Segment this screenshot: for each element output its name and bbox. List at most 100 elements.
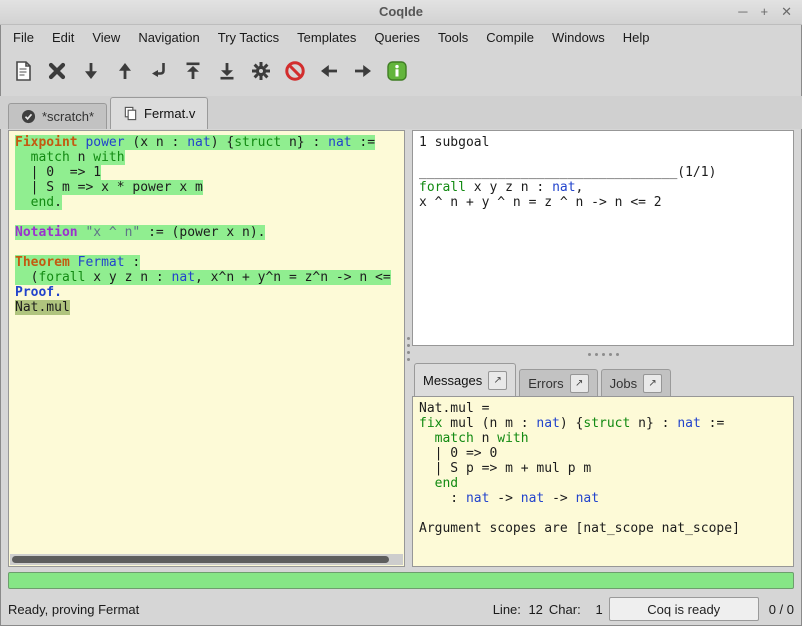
menu-item-tools[interactable]: Tools	[429, 27, 477, 48]
tab-messages[interactable]: Messages ↗	[414, 363, 516, 396]
arrow-down-icon	[79, 59, 103, 83]
code-line: _________________________________(1/1)	[419, 165, 787, 180]
arrow-bottom-icon	[215, 59, 239, 83]
menu-item-view[interactable]: View	[83, 27, 129, 48]
code-line: Theorem Fermat :	[15, 255, 398, 270]
tab-scratch[interactable]: *scratch*	[8, 103, 107, 129]
char-value: 1	[587, 602, 603, 617]
goals-pane[interactable]: 1 subgoal ______________________________…	[412, 130, 794, 346]
code-line: Proof.	[15, 285, 398, 300]
status-right: Line: 12 Char: 1 Coq is ready 0 / 0	[493, 597, 794, 621]
tab-errors[interactable]: Errors ↗	[519, 369, 597, 396]
arrow-up-icon	[113, 59, 137, 83]
detach-errors-button[interactable]: ↗	[570, 374, 589, 393]
code-line: | 0 => 1	[15, 165, 398, 180]
goals-code: 1 subgoal ______________________________…	[413, 131, 793, 345]
menu-bar: FileEditViewNavigationTry TacticsTemplat…	[0, 25, 802, 50]
info-icon	[385, 59, 409, 83]
code-line: 1 subgoal	[419, 135, 787, 150]
messages-pane[interactable]: Nat.mul =fix mul (n m : nat) {struct n} …	[412, 396, 794, 567]
code-line: match n with	[15, 150, 398, 165]
code-line: Argument scopes are [nat_scope nat_scope…	[419, 521, 787, 536]
next-occurrence-button[interactable]	[348, 56, 378, 86]
code-line: fix mul (n m : nat) {struct n} : nat :=	[419, 416, 787, 431]
editor-tab-bar: *scratch* Fermat.v	[0, 96, 802, 129]
code-line: Notation "x ^ n" := (power x n).	[15, 225, 398, 240]
code-line: | 0 => 0	[419, 446, 787, 461]
menu-item-try-tactics[interactable]: Try Tactics	[209, 27, 288, 48]
script-code[interactable]: Fixpoint power (x n : nat) {struct n} : …	[9, 131, 404, 554]
code-line: Nat.mul	[15, 300, 398, 315]
detach-arrow-icon: ↗	[494, 375, 502, 386]
arrow-hook-icon	[147, 59, 171, 83]
code-line: Fixpoint power (x n : nat) {struct n} : …	[15, 135, 398, 150]
arrow-right-icon	[351, 59, 375, 83]
tab-fermat[interactable]: Fermat.v	[110, 97, 208, 129]
char-label: Char:	[549, 602, 581, 617]
about-button[interactable]	[382, 56, 412, 86]
forward-one-command-button[interactable]	[76, 56, 106, 86]
tab-label: Errors	[528, 376, 563, 391]
arrow-top-icon	[181, 59, 205, 83]
menu-item-compile[interactable]: Compile	[477, 27, 543, 48]
message-tab-bar: Messages ↗ Errors ↗ Jobs ↗	[412, 362, 794, 396]
tab-label: Fermat.v	[144, 106, 195, 121]
window-title: CoqIde	[0, 0, 802, 24]
progress-bar	[8, 572, 794, 589]
menu-item-help[interactable]: Help	[614, 27, 659, 48]
fully-check-button[interactable]	[246, 56, 276, 86]
save-button[interactable]	[8, 56, 38, 86]
code-line: | S p => m + mul p m	[419, 461, 787, 476]
close-buffer-button[interactable]	[42, 56, 72, 86]
detach-messages-button[interactable]: ↗	[488, 371, 507, 390]
status-message: Ready, proving Fermat	[8, 602, 139, 617]
menu-item-file[interactable]: File	[4, 27, 43, 48]
tab-label: *scratch*	[42, 109, 94, 124]
detach-jobs-button[interactable]: ↗	[643, 374, 662, 393]
interrupt-button[interactable]	[280, 56, 310, 86]
menu-item-templates[interactable]: Templates	[288, 27, 365, 48]
tab-jobs[interactable]: Jobs ↗	[601, 369, 671, 396]
menu-item-navigation[interactable]: Navigation	[129, 27, 208, 48]
code-line: match n with	[419, 431, 787, 446]
restart-button[interactable]	[178, 56, 208, 86]
maximize-button[interactable]: +	[761, 0, 769, 24]
go-to-cursor-button[interactable]	[144, 56, 174, 86]
minimize-button[interactable]: ─	[738, 0, 747, 24]
menu-item-queries[interactable]: Queries	[365, 27, 429, 48]
arrow-left-icon	[317, 59, 341, 83]
no-entry-icon	[283, 59, 307, 83]
code-line: end.	[15, 195, 398, 210]
gear-icon	[249, 59, 273, 83]
tab-label: Jobs	[610, 376, 637, 391]
code-line: end	[419, 476, 787, 491]
menu-item-edit[interactable]: Edit	[43, 27, 83, 48]
code-line: (forall x y z n : nat, x^n + y^n = z^n -…	[15, 270, 398, 285]
code-line	[419, 150, 787, 165]
messages-code: Nat.mul =fix mul (n m : nat) {struct n} …	[413, 397, 793, 566]
window-controls: ─ + ✕	[738, 0, 792, 24]
scrollbar-thumb[interactable]	[12, 556, 389, 563]
code-line: | S m => x * power x m	[15, 180, 398, 195]
script-editor[interactable]: Fixpoint power (x n : nat) {struct n} : …	[8, 130, 405, 567]
backward-one-command-button[interactable]	[110, 56, 140, 86]
horizontal-splitter[interactable]	[412, 346, 794, 362]
detach-arrow-icon: ↗	[648, 378, 656, 389]
coq-status-box: Coq is ready	[609, 597, 759, 621]
line-label: Line:	[493, 602, 521, 617]
previous-occurrence-button[interactable]	[314, 56, 344, 86]
close-icon	[45, 59, 69, 83]
title-bar: CoqIde ─ + ✕	[0, 0, 802, 25]
code-line: : nat -> nat -> nat	[419, 491, 787, 506]
job-counter: 0 / 0	[769, 602, 794, 617]
horizontal-scrollbar[interactable]	[10, 554, 403, 565]
code-line	[15, 240, 398, 255]
pages-icon	[123, 106, 138, 121]
code-line	[419, 506, 787, 521]
code-line: x ^ n + y ^ n = z ^ n -> n <= 2	[419, 195, 787, 210]
vertical-splitter[interactable]	[404, 130, 412, 567]
code-line	[15, 210, 398, 225]
go-to-end-button[interactable]	[212, 56, 242, 86]
menu-item-windows[interactable]: Windows	[543, 27, 614, 48]
close-button[interactable]: ✕	[781, 0, 792, 24]
